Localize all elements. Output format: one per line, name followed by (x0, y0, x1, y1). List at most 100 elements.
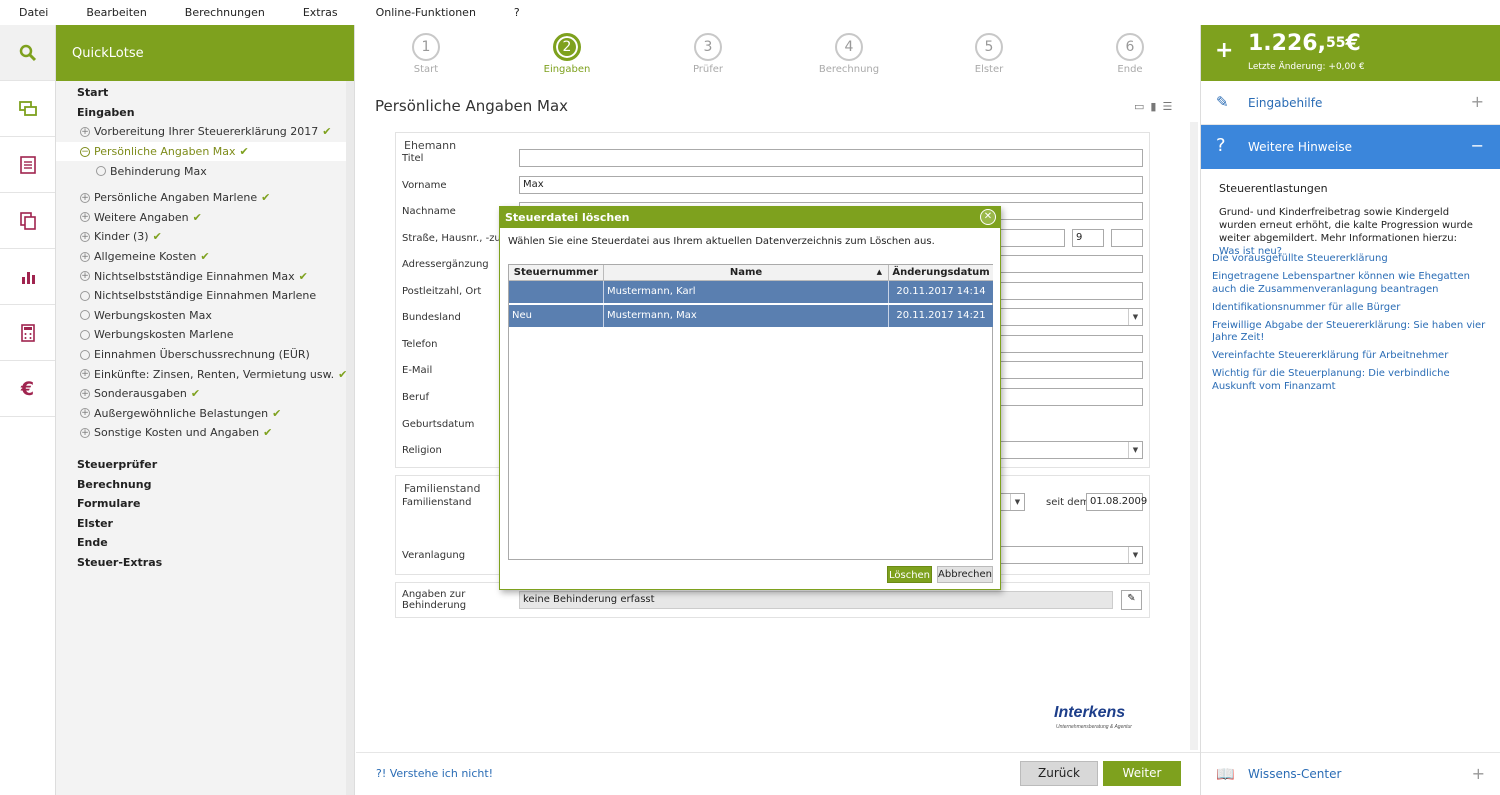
nav-item-1[interactable]: − Persönliche Angaben Max ✔ (56, 141, 354, 162)
nav-item-9[interactable]: Werbungskosten Max (56, 306, 354, 326)
collapse-minus-icon[interactable]: − (1471, 136, 1484, 155)
menu-datei[interactable]: Datei (19, 6, 48, 19)
nav-section-bottom-0[interactable]: Steuerprüfer (56, 455, 354, 475)
hint-link-0[interactable]: Die vorausgefüllte Steuererklärung (1212, 253, 1492, 266)
vorname-input[interactable]: Max (519, 176, 1143, 194)
right-panel: + 1.226,55€ Letzte Änderung: +0,00 € ✎ E… (1200, 25, 1500, 795)
euro-icon[interactable]: € (0, 361, 55, 417)
page-title: Persönliche Angaben Max (375, 97, 569, 115)
nav-item-8[interactable]: Nichtselbstständige Einnahmen Marlene (56, 286, 354, 306)
hint-link-5[interactable]: Wichtig für die Steuerplanung: Die verbi… (1212, 368, 1492, 393)
step-number: 2 (553, 33, 581, 61)
list-icon[interactable]: ☰ (1162, 100, 1178, 113)
nav-item-2[interactable]: Behinderung Max (56, 161, 354, 181)
nav-section-label: Eingaben (77, 105, 135, 119)
edit-pencil-icon[interactable]: ✎ (1121, 590, 1142, 610)
circle-icon (80, 329, 90, 340)
search-icon[interactable] (0, 25, 55, 81)
col-name[interactable]: Name ▲ (604, 265, 889, 281)
bookmark-icon[interactable]: ▮ (1150, 100, 1162, 113)
expand-plus-icon[interactable]: + (1472, 764, 1485, 783)
nav-item-5[interactable]: + Kinder (3) ✔ (56, 227, 354, 247)
col-steuernummer[interactable]: Steuernummer (509, 265, 604, 281)
nav-section-bottom-3[interactable]: Elster (56, 513, 354, 533)
expand-icon: + (80, 126, 90, 137)
nav-item-6[interactable]: + Allgemeine Kosten ✔ (56, 247, 354, 267)
nav-item-label: Nichtselbstständige Einnahmen Marlene (94, 289, 317, 303)
next-button[interactable]: Weiter (1103, 761, 1181, 786)
step-2[interactable]: 2 Eingaben (522, 33, 612, 75)
step-number: 4 (835, 33, 863, 61)
nav-item-label: Behinderung Max (110, 164, 207, 178)
nav-scrollbar[interactable] (346, 81, 354, 795)
hausnr-zusatz-input[interactable] (1111, 229, 1143, 247)
nav-item-label: Kinder (3) (94, 230, 149, 244)
close-icon[interactable]: ✕ (980, 209, 996, 225)
hint-link-2[interactable]: Identifikationsnummer für alle Bürger (1212, 302, 1492, 315)
nav-section-bottom-1[interactable]: Berechnung (56, 474, 354, 494)
familienstand-label: Familienstand (402, 497, 472, 508)
nav-item-0[interactable]: + Vorbereitung Ihrer Steuererklärung 2017… (56, 122, 354, 142)
menu-extras[interactable]: Extras (303, 6, 338, 19)
circle-icon (96, 166, 106, 177)
menu-bearbeiten[interactable]: Bearbeiten (86, 6, 146, 19)
check-icon: ✔ (152, 230, 162, 244)
col-aenderungsdatum[interactable]: Änderungsdatum (889, 265, 993, 281)
nav-section-bottom-5[interactable]: Steuer-Extras (56, 553, 354, 573)
nav-item-14[interactable]: + Außergewöhnliche Belastungen ✔ (56, 404, 354, 424)
nav-item-4[interactable]: + Weitere Angaben ✔ (56, 208, 354, 228)
weitere-hinweise-panel[interactable]: ? Weitere Hinweise − (1201, 125, 1500, 169)
nav-item-3[interactable]: + Persönliche Angaben Marlene ✔ (56, 188, 354, 208)
hint-link-4[interactable]: Vereinfachte Steuererklärung für Arbeitn… (1212, 350, 1492, 363)
nav-item-10[interactable]: Werbungskosten Marlene (56, 325, 354, 345)
vorname-label: Vorname (402, 180, 447, 191)
table-row[interactable]: Neu Mustermann, Max 20.11.2017 14:21 (509, 305, 993, 327)
nav-item-15[interactable]: + Sonstige Kosten und Angaben ✔ (56, 423, 354, 443)
chevron-down-icon: ▼ (1128, 442, 1142, 458)
nav-item-13[interactable]: + Sonderausgaben ✔ (56, 384, 354, 404)
menu-berechnungen[interactable]: Berechnungen (185, 6, 265, 19)
expand-plus-icon[interactable]: + (1471, 92, 1484, 111)
form-scrollbar[interactable] (1190, 122, 1198, 750)
calculator-icon[interactable] (0, 305, 55, 361)
step-3[interactable]: 3 Prüfer (663, 33, 753, 75)
nav-section-bottom-2[interactable]: Formulare (56, 494, 354, 514)
table-row[interactable]: Mustermann, Karl 20.11.2017 14:14 (509, 281, 993, 303)
titel-input[interactable] (519, 149, 1143, 167)
nav-item-label: Einnahmen Überschussrechnung (EÜR) (94, 348, 310, 362)
copy-icon[interactable] (0, 193, 55, 249)
check-icon: ✔ (272, 406, 282, 420)
hausnr-input[interactable]: 9 (1072, 229, 1104, 247)
bar-chart-icon[interactable] (0, 249, 55, 305)
seit-dem-input[interactable]: 01.08.2009 (1086, 493, 1147, 511)
step-4[interactable]: 4 Berechnung (804, 33, 894, 75)
hint-link-1[interactable]: Eingetragene Lebenspartner können wie Eh… (1212, 271, 1492, 296)
step-6[interactable]: 6 Ende (1085, 33, 1175, 75)
menu-online-funktionen[interactable]: Online-Funktionen (376, 6, 476, 19)
chat-icon[interactable] (0, 81, 55, 137)
nav-list: Start Eingaben + Vorbereitung Ihrer Steuere… (56, 81, 354, 572)
help-link[interactable]: ?! Verstehe ich nicht! (376, 767, 493, 780)
nav-item-12[interactable]: + Einkünfte: Zinsen, Renten, Vermietung u… (56, 364, 354, 384)
nav-section-0[interactable]: Start (56, 83, 354, 103)
step-label: Berechnung (818, 64, 880, 75)
note-icon[interactable]: ▭ (1134, 100, 1150, 113)
document-icon[interactable] (0, 137, 55, 193)
nav-item-7[interactable]: + Nichtselbstständige Einnahmen Max ✔ (56, 266, 354, 286)
veranlagung-label: Veranlagung (402, 550, 466, 561)
step-5[interactable]: 5 Elster (944, 33, 1034, 75)
back-button[interactable]: Zurück (1020, 761, 1098, 786)
menu-help[interactable]: ? (514, 6, 520, 19)
nav-item-11[interactable]: Einnahmen Überschussrechnung (EÜR) (56, 345, 354, 365)
expand-icon: + (80, 408, 90, 419)
hint-link-3[interactable]: Freiwillige Abgabe der Steuererklärung: … (1212, 320, 1492, 345)
step-number: 1 (412, 33, 440, 61)
refund-amount: 1.226,55€ (1248, 31, 1361, 56)
nav-section-1[interactable]: Eingaben (56, 103, 354, 123)
wissens-center[interactable]: 📖 Wissens-Center + (1201, 752, 1500, 795)
nav-section-bottom-4[interactable]: Ende (56, 533, 354, 553)
delete-button[interactable]: Löschen (887, 566, 932, 583)
step-1[interactable]: 1 Start (381, 33, 471, 75)
eingabehilfe-panel[interactable]: ✎ Eingabehilfe + (1201, 81, 1500, 125)
cancel-button[interactable]: Abbrechen (937, 566, 993, 583)
